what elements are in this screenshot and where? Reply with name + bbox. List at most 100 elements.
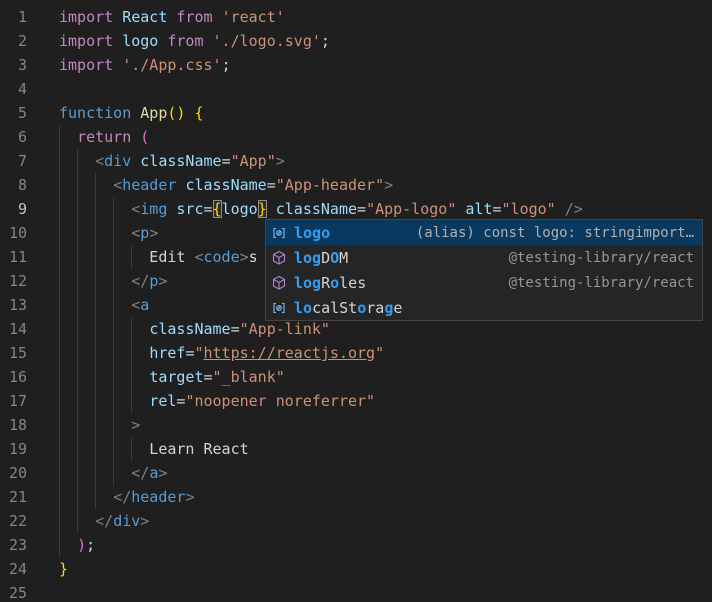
code-segment: >: [158, 464, 167, 482]
code-segment: Edit: [59, 248, 194, 266]
code-segment: className: [185, 176, 266, 194]
code-line[interactable]: 15 href="https://reactjs.org": [0, 341, 712, 365]
code-line[interactable]: 21 </header>: [0, 485, 712, 509]
code-line[interactable]: 8 <header className="App-header">: [0, 173, 712, 197]
code-line[interactable]: 20 </a>: [0, 461, 712, 485]
indent-guide: [59, 269, 60, 293]
indent-guide: [131, 341, 132, 365]
indent-guide: [95, 221, 96, 245]
code-text: </header>: [59, 485, 194, 509]
code-line[interactable]: 7 <div className="App">: [0, 149, 712, 173]
code-segment: header: [131, 488, 185, 506]
code-segment: logo: [222, 200, 258, 218]
code-text: return (: [59, 125, 149, 149]
indent-guide: [131, 245, 132, 269]
code-line[interactable]: 22 </div>: [0, 509, 712, 533]
indent-guide: [59, 317, 60, 341]
code-segment: return: [77, 128, 140, 146]
indent-guide: [59, 221, 60, 245]
code-line[interactable]: 17 rel="noopener noreferrer": [0, 389, 712, 413]
code-segment: ): [77, 536, 86, 554]
indent-guide: [113, 317, 114, 341]
suggest-item-detail: @testing-library/react: [509, 246, 694, 270]
indent-guide: [59, 509, 60, 533]
code-segment: logo: [122, 32, 167, 50]
code-segment: }: [258, 200, 267, 218]
code-segment: =: [204, 368, 213, 386]
line-number: 21: [0, 485, 27, 509]
code-segment: div: [104, 152, 131, 170]
indent-guide: [59, 293, 60, 317]
code-segment: "App-logo": [366, 200, 456, 218]
code-line[interactable]: 4: [0, 77, 712, 101]
code-segment: [59, 536, 77, 554]
line-number: 20: [0, 461, 27, 485]
indent-guide: [59, 197, 60, 221]
code-text: Learn React: [59, 437, 249, 461]
code-line[interactable]: 16 target="_blank": [0, 365, 712, 389]
code-line[interactable]: 25: [0, 581, 712, 602]
code-segment: https://reactjs.org: [204, 344, 376, 362]
code-line[interactable]: 6 return (: [0, 125, 712, 149]
line-number: 12: [0, 269, 27, 293]
code-segment: function: [59, 104, 140, 122]
suggest-item[interactable]: logDOM@testing-library/react: [266, 245, 702, 270]
indent-guide: [59, 173, 60, 197]
code-segment: p: [149, 272, 158, 290]
indent-guide: [113, 461, 114, 485]
indent-guide: [77, 413, 78, 437]
code-segment: ;: [321, 32, 330, 50]
code-text: rel="noopener noreferrer": [59, 389, 375, 413]
code-text: );: [59, 533, 95, 557]
code-segment: "noopener noreferrer": [185, 392, 375, 410]
code-line[interactable]: 3import './App.css';: [0, 53, 712, 77]
suggest-item[interactable]: localStorage: [266, 295, 702, 320]
indent-guide: [77, 437, 78, 461]
indent-guide: [95, 197, 96, 221]
code-segment: =: [267, 176, 276, 194]
code-segment: [59, 392, 149, 410]
code-line[interactable]: 19 Learn React: [0, 437, 712, 461]
suggest-item[interactable]: logo(alias) const logo: stringimport…: [266, 220, 702, 245]
suggest-item-label: logRoles: [294, 271, 366, 295]
code-segment: code: [204, 248, 240, 266]
indent-guide: [59, 437, 60, 461]
indent-guide: [131, 389, 132, 413]
suggest-item[interactable]: logRoles@testing-library/react: [266, 270, 702, 295]
indent-guide: [131, 365, 132, 389]
code-segment: './logo.svg': [213, 32, 321, 50]
line-number: 4: [0, 77, 27, 101]
code-line[interactable]: 1import React from 'react': [0, 5, 712, 29]
indent-guide: [77, 245, 78, 269]
code-line[interactable]: 2import logo from './logo.svg';: [0, 29, 712, 53]
code-line[interactable]: 23 );: [0, 533, 712, 557]
indent-guide: [95, 437, 96, 461]
code-segment: (: [140, 128, 149, 146]
code-line[interactable]: 5function App() {: [0, 101, 712, 125]
line-number: 25: [0, 581, 27, 602]
code-segment: <: [131, 296, 140, 314]
code-segment: import: [59, 32, 122, 50]
code-text: import './App.css';: [59, 53, 231, 77]
code-editor[interactable]: 1import React from 'react'2import logo f…: [0, 0, 712, 602]
line-number: 1: [0, 5, 27, 29]
code-line[interactable]: 24}: [0, 557, 712, 581]
indent-guide: [59, 149, 60, 173]
indent-guide: [95, 485, 96, 509]
code-segment: =: [204, 200, 213, 218]
code-segment: {: [213, 200, 222, 218]
code-segment: React: [122, 8, 176, 26]
code-segment: from: [176, 8, 221, 26]
code-line[interactable]: 9 <img src={logo} className="App-logo" a…: [0, 197, 712, 221]
code-segment: className: [276, 200, 357, 218]
code-text: Edit <code>s: [59, 245, 258, 269]
line-number: 10: [0, 221, 27, 245]
code-line[interactable]: 18 >: [0, 413, 712, 437]
code-text: <a: [59, 293, 149, 317]
indent-guide: [59, 485, 60, 509]
indent-guide: [77, 173, 78, 197]
indent-guide: [95, 293, 96, 317]
indent-guide: [59, 389, 60, 413]
line-number: 5: [0, 101, 27, 125]
indent-guide: [77, 269, 78, 293]
